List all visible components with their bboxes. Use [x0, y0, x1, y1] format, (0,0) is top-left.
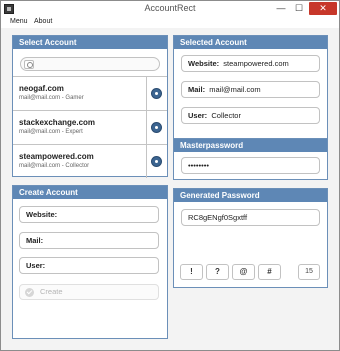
account-name: steampowered.com: [19, 152, 94, 161]
mail-field[interactable]: Mail:: [19, 232, 159, 249]
arrow-circle-icon[interactable]: [151, 122, 162, 133]
selected-user-value: Collector: [211, 111, 241, 120]
account-list-item[interactable]: steampowered.com mail@mail.com - Collect…: [13, 144, 167, 178]
selected-website-field[interactable]: Website: steampowered.com: [181, 55, 320, 72]
divider: [146, 145, 147, 178]
selected-user-label: User:: [188, 111, 208, 120]
account-list-item[interactable]: neogaf.com mail@mail.com - Gamer: [13, 76, 167, 110]
symbol-exclamation-button[interactable]: !: [180, 264, 203, 280]
create-label: Create: [40, 287, 63, 296]
maximize-button[interactable]: ☐: [290, 2, 308, 15]
check-circle-icon: [25, 288, 34, 297]
arrow-circle-icon[interactable]: [151, 156, 162, 167]
selected-user-field[interactable]: User: Collector: [181, 107, 320, 124]
divider: [146, 77, 147, 110]
user-field[interactable]: User:: [19, 257, 159, 274]
title-bar[interactable]: AccountRect — ☐ ✕: [1, 1, 339, 17]
divider: [146, 111, 147, 144]
symbol-question-button[interactable]: ?: [206, 264, 229, 280]
selected-mail-label: Mail:: [188, 85, 206, 94]
select-account-header: Select Account: [13, 36, 167, 49]
selected-website-label: Website:: [188, 59, 220, 68]
create-button[interactable]: Create: [19, 284, 159, 300]
masterpassword-header: Masterpassword: [174, 139, 327, 152]
user-label: User:: [26, 261, 46, 270]
selected-website-value: steampowered.com: [223, 59, 289, 68]
account-detail: mail@mail.com - Gamer: [19, 95, 84, 101]
mail-label: Mail:: [26, 236, 44, 245]
website-field[interactable]: Website:: [19, 206, 159, 223]
website-label: Website:: [26, 210, 58, 219]
symbol-at-button[interactable]: @: [232, 264, 255, 280]
arrow-circle-icon[interactable]: [151, 88, 162, 99]
selected-account-header: Selected Account: [174, 36, 327, 49]
account-detail: mail@mail.com - Collector: [19, 163, 90, 169]
selected-mail-field[interactable]: Mail: mail@mail.com: [181, 81, 320, 98]
account-name: stackexchange.com: [19, 118, 96, 127]
close-button[interactable]: ✕: [309, 2, 337, 15]
account-detail: mail@mail.com - Expert: [19, 129, 83, 135]
generated-password-field[interactable]: RC8gENgf0Sgxtff: [181, 209, 320, 226]
minimize-button[interactable]: —: [272, 2, 290, 15]
menu-item-about[interactable]: About: [34, 18, 52, 25]
select-account-panel: Select Account neogaf.com mail@mail.com …: [12, 35, 168, 178]
app-window: AccountRect — ☐ ✕ Menu About Select Acco…: [0, 0, 340, 351]
search-icon: [24, 60, 34, 69]
generated-password-header: Generated Password: [174, 189, 327, 202]
create-account-header: Create Account: [13, 186, 167, 199]
symbol-hash-button[interactable]: #: [258, 264, 281, 280]
menu-item-menu[interactable]: Menu: [10, 18, 28, 25]
selected-mail-value: mail@mail.com: [209, 85, 261, 94]
account-name: neogaf.com: [19, 84, 64, 93]
menu-bar: Menu About: [1, 17, 339, 28]
main-content: Select Account neogaf.com mail@mail.com …: [1, 28, 339, 350]
search-input[interactable]: [20, 57, 160, 71]
password-length-field[interactable]: 15: [298, 264, 320, 280]
masterpassword-input[interactable]: ••••••••: [181, 157, 320, 174]
account-list-item[interactable]: stackexchange.com mail@mail.com - Expert: [13, 110, 167, 144]
